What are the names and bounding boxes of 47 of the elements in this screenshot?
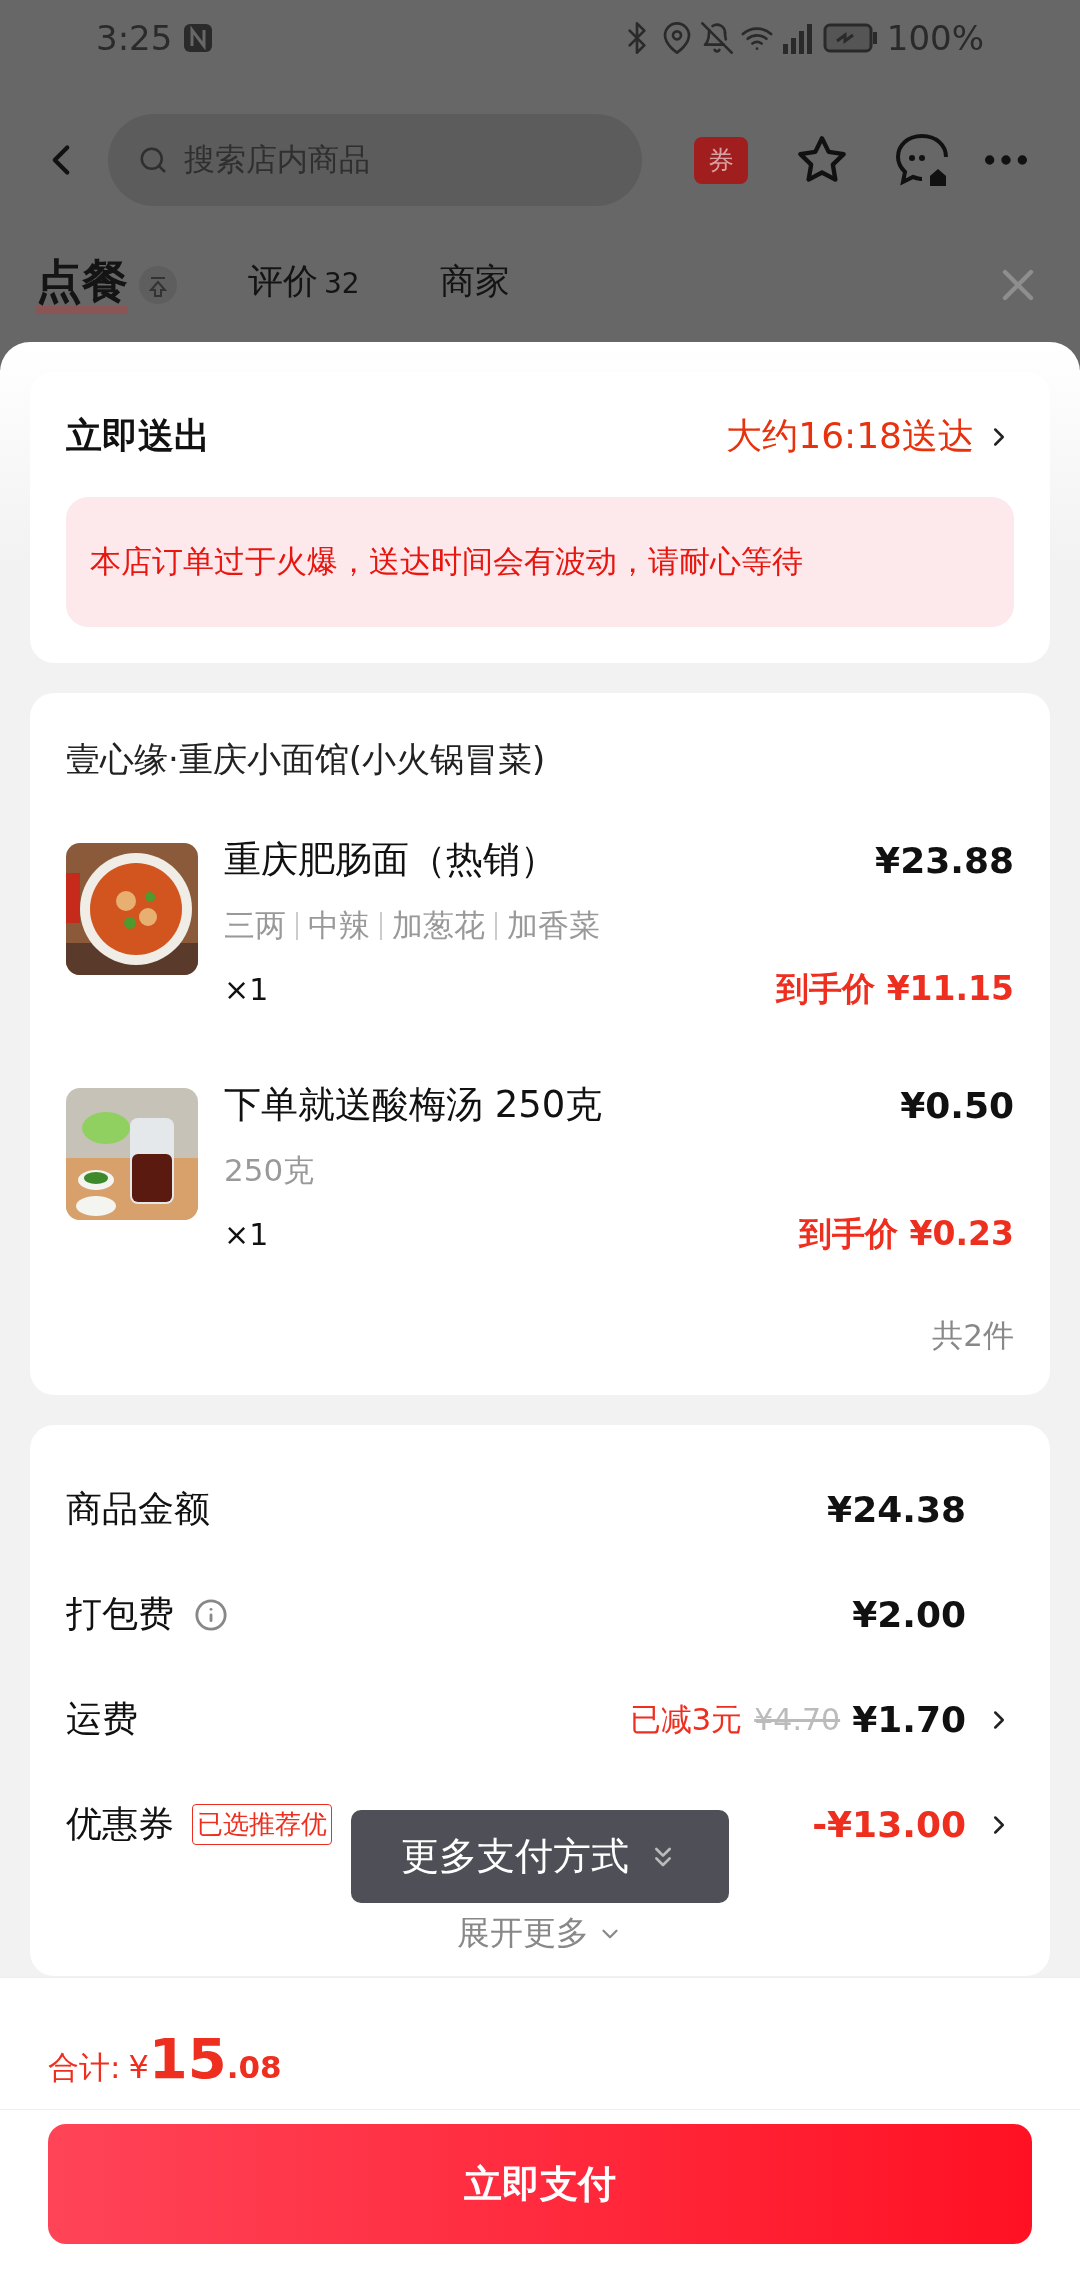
fee-label: 商品金额 xyxy=(66,1487,210,1531)
coupon-badge[interactable]: 券 xyxy=(694,136,748,184)
item-quantity: ×1 xyxy=(224,1217,269,1252)
bell-off-icon xyxy=(700,21,733,54)
tab[interactable]: 评价 32 xyxy=(248,261,360,309)
search-icon xyxy=(138,145,168,175)
battery-icon xyxy=(822,22,879,53)
tab[interactable]: 点餐 xyxy=(36,255,128,315)
coupon-tag: 已选推荐优 xyxy=(192,1804,332,1845)
item-name: 下单就送酸梅汤 250克 xyxy=(224,1082,603,1128)
total-currency: ¥ xyxy=(128,2048,149,2086)
fee-value: -¥13.00 xyxy=(812,1804,966,1845)
delivery-eta[interactable]: 大约16:18送达 xyxy=(726,412,974,461)
original-price: ¥4.70 xyxy=(754,1702,841,1737)
item-count: 共2件 xyxy=(932,1316,1014,1355)
delay-notice: 本店订单过于火爆，送达时间会有波动，请耐心等待 xyxy=(66,497,1014,627)
item-price: ¥23.88 xyxy=(875,839,1014,881)
discount-note: 已减3元 xyxy=(629,1699,743,1739)
final-price: 到手价 ¥0.23 xyxy=(799,1213,1014,1255)
final-price: 到手价 ¥11.15 xyxy=(776,968,1014,1010)
fee-value: ¥24.38 xyxy=(827,1489,966,1530)
fee-label: 打包费 xyxy=(66,1592,174,1636)
nfc-icon xyxy=(182,21,215,54)
fee-label: 优惠券 xyxy=(66,1802,174,1846)
status-time: 3:25 xyxy=(96,17,173,58)
pay-button[interactable]: 立即支付 xyxy=(48,2124,1032,2244)
item-name: 重庆肥肠面（热销） xyxy=(224,837,557,883)
fee-value: ¥2.00 xyxy=(852,1594,966,1635)
expand-more-link[interactable]: 展开更多 xyxy=(457,1911,623,1956)
payment-methods-toast[interactable]: 更多支付方式 xyxy=(351,1810,729,1903)
shop-name: 壹心缘·重庆小面馆(小火锅冒菜) xyxy=(66,738,547,781)
fee-label: 运费 xyxy=(66,1697,138,1741)
signal-icon xyxy=(780,21,815,54)
total-label: 合计: xyxy=(48,2048,121,2087)
item-price: ¥0.50 xyxy=(900,1084,1014,1126)
info-icon[interactable] xyxy=(194,1597,228,1632)
total-integer: 15 xyxy=(148,2026,227,2091)
collapse-icon[interactable] xyxy=(138,265,178,305)
item-specs: 250克 xyxy=(224,1151,316,1190)
fee-value: ¥1.70 xyxy=(852,1699,966,1740)
delivery-title: 立即送出 xyxy=(66,414,210,458)
chat-icon[interactable] xyxy=(894,132,950,188)
total-decimal: .08 xyxy=(226,2049,282,2085)
tab[interactable]: 商家 xyxy=(439,261,510,309)
item-specs: 三两 中辣 加葱花 加香菜 xyxy=(224,906,601,945)
item-quantity: ×1 xyxy=(224,972,269,1007)
battery-level: 100% xyxy=(886,17,984,58)
